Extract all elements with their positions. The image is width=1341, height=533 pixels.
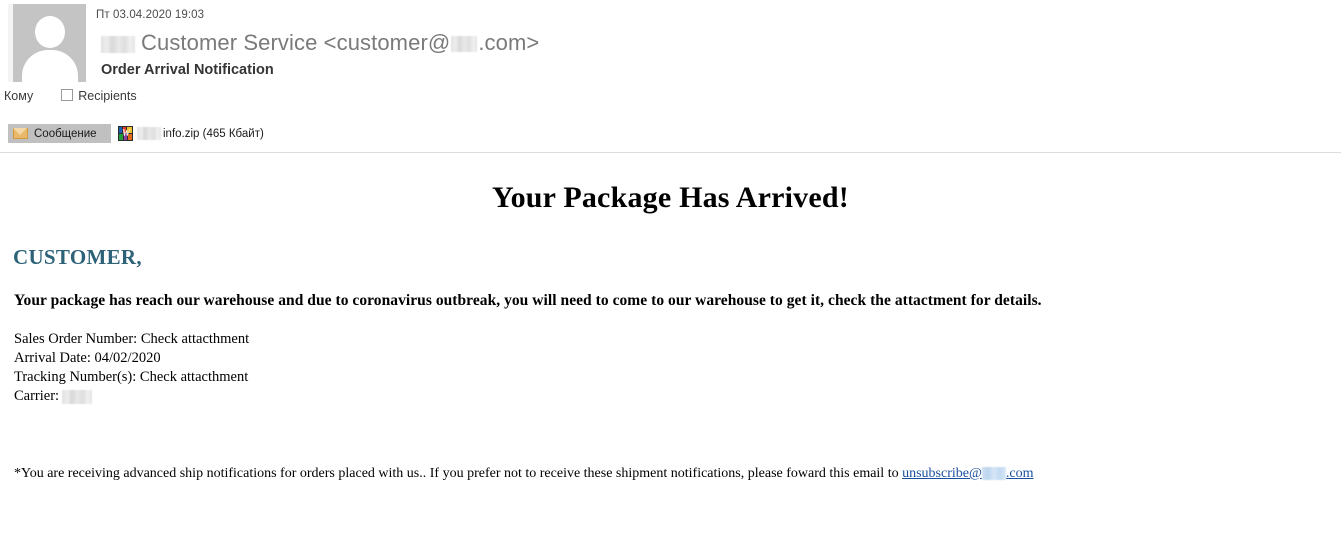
- message-body: Your Package Has Arrived! CUSTOMER, Your…: [0, 153, 1341, 482]
- envelope-flap: [13, 128, 27, 135]
- message-tab[interactable]: Сообщение: [8, 124, 111, 143]
- avatar-head: [34, 16, 65, 48]
- mail-header: Пт 03.04.2020 19:03 Customer Service <cu…: [0, 0, 1341, 110]
- attachment-item-info-zip[interactable]: W info.zip (465 Кбайт): [118, 124, 264, 143]
- sender-address-open: <customer@: [323, 30, 451, 55]
- attachment-file-name: info.zip: [163, 127, 200, 140]
- recipients-checkbox-icon[interactable]: [61, 89, 74, 101]
- detail-value: 04/02/2020: [94, 350, 161, 366]
- detail-label: Arrival Date:: [14, 350, 91, 366]
- unsubscribe-link-suffix: .com: [1005, 466, 1034, 481]
- recipients-label[interactable]: Recipients: [78, 89, 136, 103]
- message-date: Пт 03.04.2020 19:03: [96, 9, 205, 21]
- detail-label: Tracking Number(s):: [14, 369, 137, 385]
- message-subject: Order Arrival Notification: [101, 62, 274, 78]
- winrar-archive-icon: W: [118, 126, 133, 141]
- envelope-icon: [13, 128, 28, 139]
- redaction-unsubscribe-domain: [981, 467, 1006, 481]
- detail-value: Check attacthment: [140, 331, 250, 347]
- redaction-sender-domain: [451, 36, 478, 53]
- detail-value: Check attacthment: [139, 369, 249, 385]
- sender-line: Customer Service <customer@ .com>: [101, 30, 539, 56]
- page-title: Your Package Has Arrived!: [492, 181, 849, 214]
- unsubscribe-link-prefix: unsubscribe@: [902, 466, 982, 481]
- redaction-sender-prefix: [101, 35, 135, 53]
- unsubscribe-link[interactable]: unsubscribe@ .com: [902, 466, 1033, 481]
- attachment-bar: Сообщение W info.zip (465 Кбайт): [0, 124, 1341, 146]
- sender-name: Customer Service: [141, 30, 318, 55]
- greeting-heading: CUSTOMER,: [13, 245, 142, 269]
- lead-paragraph: Your package has reach our warehouse and…: [14, 292, 1042, 309]
- person-avatar-icon: [8, 4, 86, 82]
- attachment-file-size: (465 Кбайт): [202, 127, 264, 140]
- avatar-body: [21, 50, 78, 82]
- footer-disclaimer: *You are receiving advanced ship notific…: [0, 406, 1341, 482]
- redaction-carrier-value: [62, 389, 93, 404]
- detail-label: Sales Order Number:: [14, 331, 138, 347]
- detail-row-tracking-number: Tracking Number(s): Check attacthment: [14, 368, 1341, 387]
- redaction-attachment-prefix: [137, 127, 161, 140]
- detail-label: Carrier:: [14, 388, 60, 404]
- detail-row-carrier: Carrier:: [14, 387, 1341, 406]
- sender-address-close: .com>: [478, 30, 540, 55]
- recipients-row: Кому Recipients: [4, 89, 137, 103]
- message-tab-label: Сообщение: [34, 127, 97, 140]
- to-label: Кому: [4, 89, 34, 103]
- detail-row-sales-order: Sales Order Number: Check attacthment: [14, 330, 1341, 349]
- detail-row-arrival-date: Arrival Date: 04/02/2020: [14, 349, 1341, 368]
- order-details-block: Sales Order Number: Check attacthment Ar…: [0, 310, 1341, 406]
- footer-text: *You are receiving advanced ship notific…: [14, 466, 903, 481]
